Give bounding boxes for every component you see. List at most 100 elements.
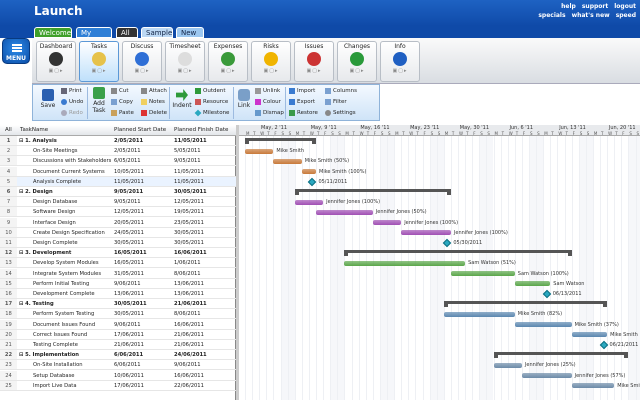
task-bar[interactable] bbox=[443, 311, 515, 317]
tab-welcome[interactable]: Welcome bbox=[34, 27, 72, 38]
task-bar[interactable] bbox=[450, 271, 515, 277]
cut-button[interactable]: Cut bbox=[111, 87, 128, 96]
task-bar[interactable] bbox=[316, 209, 373, 215]
tab-new[interactable]: New bbox=[176, 27, 204, 38]
table-row[interactable]: 11 Design Complete 30/05/2011 30/05/2011 bbox=[0, 238, 236, 248]
paste-button[interactable]: Paste bbox=[111, 109, 134, 118]
summary-bar[interactable] bbox=[344, 250, 572, 257]
columns-button[interactable]: Columns bbox=[325, 87, 357, 96]
task-bar[interactable] bbox=[493, 362, 522, 368]
whats-new-link[interactable]: what's new bbox=[572, 12, 610, 19]
menu-button[interactable]: MENU bbox=[2, 38, 30, 64]
task-bar[interactable] bbox=[273, 158, 302, 164]
attach-button[interactable]: Attach bbox=[141, 87, 167, 96]
task-bar[interactable] bbox=[521, 373, 572, 379]
task-name-cell: Perform System Testing bbox=[33, 311, 95, 318]
task-bar[interactable] bbox=[344, 260, 466, 266]
task-bar[interactable] bbox=[571, 332, 608, 338]
tab-my-home[interactable]: My Home bbox=[76, 27, 112, 45]
task-bar[interactable] bbox=[571, 383, 615, 389]
filter-button[interactable]: Filter bbox=[325, 98, 347, 107]
module-tab-changes[interactable]: Changes ▣▢▸ bbox=[337, 41, 377, 82]
add-task-button[interactable]: Add Task bbox=[91, 87, 107, 114]
tab-all[interactable]: All bbox=[116, 27, 138, 38]
table-row[interactable]: 20 Correct Issues Found 17/06/2011 21/06/20… bbox=[0, 329, 236, 340]
restore-button[interactable]: Restore bbox=[289, 109, 318, 118]
col-header-taskname[interactable]: TaskName bbox=[20, 127, 48, 133]
table-row[interactable]: 21 Testing Complete 21/06/2011 21/06/2011 bbox=[0, 340, 236, 350]
table-row[interactable]: 1 ⊟ 1. Analysis 2/05/2011 11/05/2011 bbox=[0, 136, 236, 146]
copy-button[interactable]: Copy bbox=[111, 98, 133, 107]
task-bar[interactable] bbox=[301, 169, 316, 175]
task-bar[interactable] bbox=[294, 199, 324, 205]
help-link[interactable]: help bbox=[561, 3, 576, 10]
save-button[interactable]: Save bbox=[39, 89, 57, 109]
module-tab-expenses[interactable]: Expenses ▣▢▸ bbox=[208, 41, 248, 82]
module-tab-dashboard[interactable]: Dashboard ▣▢▸ bbox=[36, 41, 76, 82]
table-row[interactable]: 12 ⊟ 3. Development 16/05/2011 16/06/2011 bbox=[0, 248, 236, 259]
table-row[interactable]: 13 Develop System Modules 16/05/2011 1/06/2… bbox=[0, 258, 236, 269]
col-header-all[interactable]: All bbox=[5, 127, 12, 133]
redo-button[interactable]: Redo bbox=[61, 109, 83, 118]
summary-bar[interactable] bbox=[294, 189, 452, 195]
module-tab-info[interactable]: Info ▣▢▸ bbox=[380, 41, 420, 82]
table-row[interactable]: 14 Integrate System Modules 31/05/2011 8/06… bbox=[0, 268, 236, 279]
task-bar-label: Mike Smith (50%) bbox=[304, 158, 350, 165]
table-row[interactable]: 25 Import Live Data 17/06/2011 22/06/2011 bbox=[0, 380, 236, 391]
day-label: M bbox=[295, 131, 300, 136]
table-row[interactable]: 18 Perform System Testing 30/05/2011 8/06/2… bbox=[0, 309, 236, 320]
table-row[interactable]: 2 On-Site Meetings 2/05/2011 5/05/2011 bbox=[0, 146, 236, 157]
table-row[interactable]: 22 ⊟ 5. Implementation 6/06/2011 24/06/2011 bbox=[0, 350, 236, 361]
table-row[interactable]: 15 Perform Initial Testing 9/06/2011 13/06/… bbox=[0, 278, 236, 289]
task-bar[interactable] bbox=[401, 230, 451, 236]
task-bar[interactable] bbox=[372, 220, 402, 226]
milestone-button[interactable]: Milestone bbox=[194, 109, 229, 118]
module-tab-risks[interactable]: Risks ▣▢▸ bbox=[251, 41, 291, 82]
summary-bar[interactable] bbox=[443, 301, 608, 308]
col-header-finish[interactable]: Planned Finish Date bbox=[174, 127, 228, 133]
task-bar[interactable] bbox=[245, 148, 274, 154]
summary-bar[interactable] bbox=[493, 352, 629, 359]
import-button[interactable]: Import bbox=[289, 87, 315, 96]
table-row[interactable]: 16 Development Complete 13/06/2011 13/06/20… bbox=[0, 289, 236, 299]
tab-sample[interactable]: Sample bbox=[141, 27, 173, 38]
indent-button[interactable]: Indent bbox=[172, 89, 192, 109]
speed-link[interactable]: speed bbox=[616, 12, 636, 19]
settings-button[interactable]: Settings bbox=[325, 109, 356, 118]
undo-button[interactable]: Undo bbox=[61, 98, 83, 107]
undo-icon bbox=[61, 98, 67, 105]
module-tab-timesheet[interactable]: Timesheet ▣▢▸ bbox=[165, 41, 205, 82]
table-row[interactable]: 3 Discussions with Stakeholders 6/05/2011 9… bbox=[0, 156, 236, 167]
colour-button[interactable]: Colour bbox=[255, 98, 281, 107]
table-row[interactable]: 6 ⊟ 2. Design 9/05/2011 30/05/2011 bbox=[0, 187, 236, 197]
table-row[interactable]: 5 Analysis Complete 11/05/2011 11/05/2011 bbox=[0, 176, 236, 187]
table-row[interactable]: 24 Setup Database 10/06/2011 16/06/2011 bbox=[0, 370, 236, 381]
task-bar[interactable] bbox=[514, 281, 551, 287]
logout-link[interactable]: logout bbox=[614, 3, 636, 10]
table-row[interactable]: 23 On-Site Installation 6/06/2011 9/06/2011 bbox=[0, 360, 236, 371]
table-row[interactable]: 17 ⊟ 4. Testing 30/05/2011 21/06/2011 bbox=[0, 299, 236, 310]
export-button[interactable]: Export bbox=[289, 98, 315, 107]
dismap-button[interactable]: Dismap bbox=[255, 109, 284, 118]
resource-button[interactable]: Resource bbox=[195, 98, 228, 107]
table-row[interactable]: 4 Document Current Systems 10/05/2011 11/05… bbox=[0, 166, 236, 177]
table-row[interactable]: 9 Interface Design 20/05/2011 23/05/2011 bbox=[0, 217, 236, 228]
summary-bar[interactable] bbox=[245, 138, 316, 144]
table-row[interactable]: 10 Create Design Specification 24/05/2011 3… bbox=[0, 227, 236, 238]
module-tab-tasks[interactable]: Tasks ▣▢▸ bbox=[79, 41, 119, 82]
outdent-button[interactable]: Outdent bbox=[195, 87, 226, 96]
table-row[interactable]: 7 Design Database 9/05/2011 12/05/2011 bbox=[0, 197, 236, 208]
col-header-start[interactable]: Planned Start Date bbox=[114, 127, 166, 133]
specials-link[interactable]: specials bbox=[538, 12, 565, 19]
support-link[interactable]: support bbox=[582, 3, 608, 10]
link-button[interactable]: Link bbox=[236, 89, 252, 109]
module-tab-issues[interactable]: Issues ▣▢▸ bbox=[294, 41, 334, 82]
notes-button[interactable]: Notes bbox=[141, 98, 165, 107]
task-bar[interactable] bbox=[514, 322, 572, 328]
delete-button[interactable]: Delete bbox=[141, 109, 167, 118]
table-row[interactable]: 8 Software Design 12/05/2011 19/05/2011 bbox=[0, 207, 236, 218]
table-row[interactable]: 19 Document Issues Found 9/06/2011 16/06/20… bbox=[0, 319, 236, 330]
unlink-button[interactable]: Unlink bbox=[255, 87, 280, 96]
module-tab-discuss[interactable]: Discuss ▣▢▸ bbox=[122, 41, 162, 82]
print-button[interactable]: Print bbox=[61, 87, 82, 96]
